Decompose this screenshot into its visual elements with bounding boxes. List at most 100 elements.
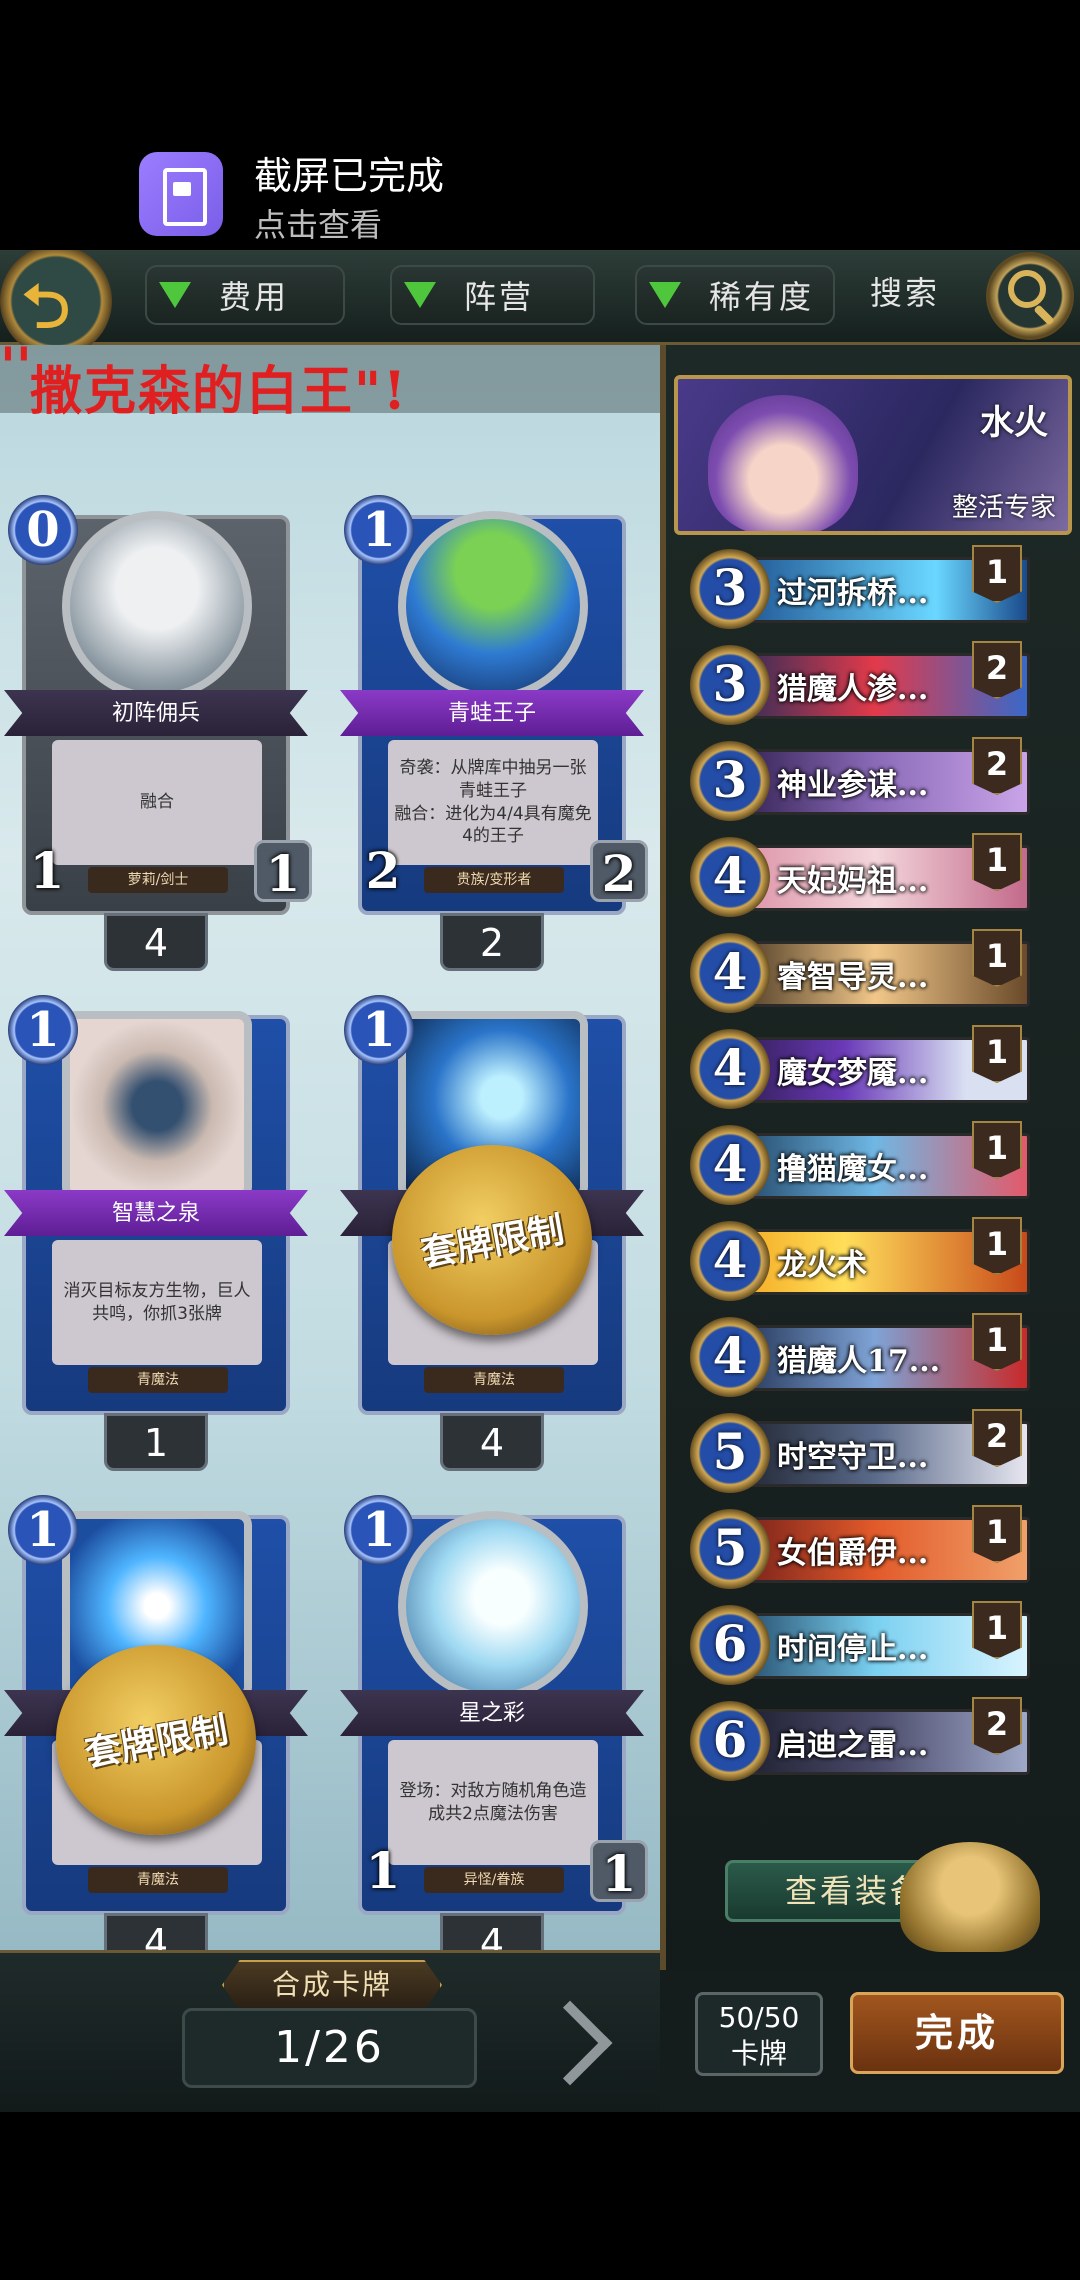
deck-builder: ⮌ 费用 阵营 稀有度 搜索 撒克森的白王"! 初阵佣兵 融合: [0, 250, 1080, 2112]
card-collection: 撒克森的白王"! 初阵佣兵 融合 萝莉/剑士 0 1 1 4 青蛙王子 奇袭：从…: [0, 337, 660, 2045]
filter-faction[interactable]: 阵营: [390, 265, 595, 325]
deck-card-qty: 2: [972, 1409, 1022, 1467]
card-type: 异怪/眷族: [424, 1867, 564, 1893]
card-count: 2: [440, 913, 544, 971]
filter-label: 费用: [219, 278, 290, 316]
deck-card-count: 50/50 卡牌: [695, 1992, 823, 2076]
card-cost: 1: [8, 995, 78, 1065]
magnifier-icon: [1008, 270, 1046, 308]
done-button[interactable]: 完成: [850, 1992, 1064, 2074]
search-label[interactable]: 搜索: [870, 268, 940, 314]
deck-list-item[interactable]: 天妃妈祖... 4 1: [690, 833, 1060, 919]
helmet-icon[interactable]: [900, 1842, 1040, 1952]
filter-label: 阵营: [464, 278, 535, 316]
eye-portrait: [62, 1011, 252, 1201]
deck-list-item[interactable]: 时空守卫... 5 2: [690, 1409, 1060, 1495]
filter-rarity[interactable]: 稀有度: [635, 265, 835, 325]
card-attack: 1: [29, 841, 65, 900]
deck-list-item[interactable]: 撸猫魔女... 4 1: [690, 1121, 1060, 1207]
deck-element: 水火: [980, 403, 1048, 443]
chevron-right-icon: [527, 2000, 613, 2086]
deck-card-qty: 1: [972, 929, 1022, 987]
card-health: 1: [590, 1840, 648, 1903]
deck-card-cost: 6: [690, 1701, 770, 1781]
card-type: 青魔法: [88, 1367, 228, 1393]
card[interactable]: 初阵佣兵 融合 萝莉/剑士 0 1 1 4: [4, 495, 312, 971]
deck-card-cost: 3: [690, 549, 770, 629]
deck-list-item[interactable]: 时间停止... 6 1: [690, 1601, 1060, 1687]
deck-card-cost: 6: [690, 1605, 770, 1685]
card-text: 融合: [52, 740, 262, 865]
card-text: 消灭目标友方生物，巨人共鸣，你抓3张牌: [52, 1240, 262, 1365]
deck-card-qty: 1: [972, 1313, 1022, 1371]
notification-subtitle: 点击查看: [254, 206, 383, 244]
card-cost: 1: [344, 495, 414, 565]
card-cost: 1: [344, 995, 414, 1065]
card-name: 星之彩: [458, 1701, 525, 1726]
deck-count-label: 卡牌: [730, 2037, 787, 2070]
card-count: 4: [440, 1413, 544, 1471]
deck-card-cost: 5: [690, 1509, 770, 1589]
card[interactable]: 智慧之泉 消灭目标友方生物，巨人共鸣，你抓3张牌 青魔法 1 1: [4, 995, 308, 1471]
deck-card-cost: 5: [690, 1413, 770, 1493]
card[interactable]: 星之彩 登场：对敌方随机角色造成共2点魔法伤害 异怪/眷族 1 1 1 4: [340, 1495, 648, 1971]
deck-header[interactable]: 水火 整活专家: [674, 375, 1072, 535]
deck-card-name: 神业参谋...: [777, 768, 929, 803]
card[interactable]: 青魔法 1 4 套牌限制: [4, 1495, 308, 1971]
deck-list-item[interactable]: 女伯爵伊... 5 1: [690, 1505, 1060, 1591]
deck-list-item[interactable]: 过河拆桥... 3 1: [690, 545, 1060, 631]
deck-card-cost: 4: [690, 1125, 770, 1205]
filter-label: 稀有度: [709, 278, 815, 316]
deck-list-item[interactable]: 猎魔人渗... 3 2: [690, 641, 1060, 727]
deck-list-item[interactable]: 龙火术 4 1: [690, 1217, 1060, 1303]
card-type: 青魔法: [88, 1867, 228, 1893]
deck-card-qty: 1: [972, 1505, 1022, 1563]
deck-list-item[interactable]: 启迪之雷... 6 2: [690, 1697, 1060, 1783]
deck-card-name: 女伯爵伊...: [777, 1536, 929, 1571]
deck-limit-seal: 套牌限制: [392, 1145, 592, 1335]
card[interactable]: 青魔法 1 4 套牌限制: [340, 995, 644, 1471]
deck-card-qty: 2: [972, 737, 1022, 795]
notification-title: 截屏已完成: [254, 154, 445, 198]
card-cost: 0: [8, 495, 78, 565]
card-type: 青魔法: [424, 1367, 564, 1393]
deck-limit-seal: 套牌限制: [56, 1645, 256, 1835]
deck-archetype: 整活专家: [951, 493, 1056, 523]
deck-card-name: 龙火术: [777, 1248, 867, 1283]
filter-bar: ⮌ 费用 阵营 稀有度 搜索: [0, 250, 1080, 357]
card-text: 登场：对敌方随机角色造成共2点魔法伤害: [388, 1740, 598, 1865]
deck-card-qty: 1: [972, 1121, 1022, 1179]
next-page-button[interactable]: [527, 1995, 615, 2095]
card-cost: 1: [8, 1495, 78, 1565]
deck-card-qty: 1: [972, 545, 1022, 603]
seal-label: 套牌限制: [418, 1209, 568, 1276]
gallery-icon: [139, 152, 223, 236]
card[interactable]: 青蛙王子 奇袭：从牌库中抽另一张青蛙王子 融合：进化为4/4具有魔免4的王子 贵…: [340, 495, 648, 971]
deck-card-qty: 1: [972, 833, 1022, 891]
filter-cost[interactable]: 费用: [145, 265, 345, 325]
dropdown-triangle-icon: [649, 282, 681, 308]
card-name: 智慧之泉: [111, 1201, 200, 1226]
deck-list-item[interactable]: 神业参谋... 3 2: [690, 737, 1060, 823]
deck-card-cost: 4: [690, 1221, 770, 1301]
card-name: 初阵佣兵: [111, 701, 200, 726]
deck-card-name: 天妃妈祖...: [777, 864, 929, 899]
screenshot-notification[interactable]: 截屏已完成 点击查看: [0, 0, 1080, 250]
deck-card-name: 睿智导灵...: [777, 960, 929, 995]
deck-list-item[interactable]: 魔女梦魇... 4 1: [690, 1025, 1060, 1111]
deck-card-cost: 3: [690, 741, 770, 821]
deck-card-name: 猎魔人渗...: [777, 672, 929, 707]
deck-card-qty: 2: [972, 1697, 1022, 1755]
seal-label: 套牌限制: [82, 1709, 232, 1776]
card-cost: 1: [344, 1495, 414, 1565]
search-button[interactable]: [986, 252, 1074, 340]
deck-card-name: 猎魔人17...: [777, 1344, 941, 1379]
deck-card-name: 过河拆桥...: [777, 576, 929, 611]
deck-card-cost: 4: [690, 837, 770, 917]
card-count: 4: [104, 913, 208, 971]
combine-cards-button[interactable]: 合成卡牌: [222, 1960, 442, 2010]
deck-card-name: 时间停止...: [777, 1632, 929, 1667]
deck-list-item[interactable]: 猎魔人17... 4 1: [690, 1313, 1060, 1399]
deck-list-item[interactable]: 睿智导灵... 4 1: [690, 929, 1060, 1015]
card-attack: 2: [365, 841, 401, 900]
